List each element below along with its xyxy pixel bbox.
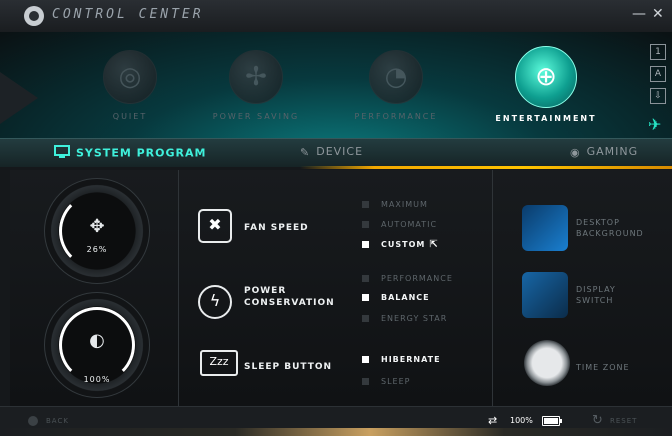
power-plug-icon: ϟ [198,285,232,319]
checkbox[interactable] [362,241,369,248]
sleep-option-hibernate[interactable]: HIBERNATE [362,355,441,364]
mode-power-saving-label: POWER SAVING [212,112,300,121]
mode-performance[interactable]: ◔ PERFORMANCE [336,50,456,130]
battery-icon [542,416,562,426]
back-label[interactable]: BACK [46,417,69,425]
close-button[interactable]: ✕ [652,6,664,22]
tab-device[interactable]: ✎ DEVICE [300,145,363,159]
tab-device-label: DEVICE [316,145,364,158]
time-zone-label[interactable]: TIME ZONE [576,362,630,373]
external-link-icon[interactable]: ⇱ [429,239,438,250]
sleep-option-hibernate-label: HIBERNATE [381,355,441,364]
sleep-option-sleep-label: SLEEP [381,377,411,386]
power-label-line1: POWER [244,286,287,296]
mode-quiet-label: QUIET [112,112,148,121]
fan-icon: ✖ [198,209,232,243]
display-switch-label[interactable]: DISPLAY SWITCH [576,284,616,306]
fan-center-icon: ✥ [89,216,105,237]
mode-quiet[interactable]: ◎ QUIET [70,50,190,130]
fan-speed-label: FAN SPEED [244,223,309,233]
panel-divider [178,170,179,406]
profile-1-button[interactable]: 1 [650,44,666,60]
power-option-performance[interactable]: PERFORMANCE [362,274,453,283]
title-bar: CONTROL CENTER — ✕ [0,0,672,33]
left-arrow-decoration [0,72,38,124]
mode-entertainment[interactable]: ⊕ ENTERTAINMENT [486,46,606,130]
power-conservation-label: POWER CONSERVATION [244,285,335,309]
power-option-balance-label: BALANCE [381,293,430,302]
checkbox[interactable] [362,221,369,228]
fan-speed-dial[interactable]: ✥ 26% [44,178,150,284]
power-source-icon: ⇄ [488,414,498,427]
power-option-balance[interactable]: BALANCE [362,293,430,302]
mode-power-saving[interactable]: ✢ POWER SAVING [196,50,316,130]
battery-value: 100% [510,416,533,425]
power-option-performance-label: PERFORMANCE [381,274,453,283]
reset-label[interactable]: RESET [610,417,637,425]
bottom-edge-decoration [0,428,672,436]
sleep-button-label: SLEEP BUTTON [244,362,333,372]
tab-gaming[interactable]: ◉ GAMING [570,145,638,159]
battery-fill [544,418,558,424]
tab-bar: SYSTEM PROGRAM ✎ DEVICE ◉ GAMING [0,138,672,167]
windows-icon[interactable] [522,205,568,251]
windmill-icon: ✢ [229,50,283,104]
brightness-value: 100% [83,375,111,384]
brightness-center-icon: ◐ [89,330,105,351]
tab-system-program-label: SYSTEM PROGRAM [76,146,207,160]
display-switch-icon[interactable] [522,272,568,318]
display-switch-line1: DISPLAY [576,285,616,294]
fan-option-maximum[interactable]: MAXIMUM [362,200,428,209]
desktop-background-line2: BACKGROUND [576,229,644,238]
tab-system-program[interactable]: SYSTEM PROGRAM [54,145,206,162]
sleep-icon: Zzz [200,350,238,376]
desktop-background-label[interactable]: DESKTOP BACKGROUND [576,217,644,239]
monitor-icon [54,145,70,162]
clock-icon[interactable] [524,340,570,386]
mode-selector: ◎ QUIET ✢ POWER SAVING ◔ PERFORMANCE ⊕ E… [0,32,672,138]
checkbox[interactable] [362,315,369,322]
mode-performance-label: PERFORMANCE [354,112,438,121]
fan-option-automatic-label: AUTOMATIC [381,220,438,229]
checkbox[interactable] [362,201,369,208]
profile-a-button[interactable]: A [650,66,666,82]
power-option-energy-star-label: ENERGY STAR [381,314,448,323]
checkbox[interactable] [362,356,369,363]
fan-option-maximum-label: MAXIMUM [381,200,428,209]
brightness-dial[interactable]: ◐ 100% [44,292,150,398]
power-label-line2: CONSERVATION [244,298,335,308]
download-button[interactable]: ⇩ [650,88,666,104]
checkbox[interactable] [362,378,369,385]
app-logo-icon [24,6,44,26]
tab-highlight-line [300,166,672,169]
panel-divider [492,170,493,406]
fan-option-custom[interactable]: CUSTOM ⇱ [362,239,439,250]
power-option-energy-star[interactable]: ENERGY STAR [362,314,447,323]
checkbox[interactable] [362,275,369,282]
mode-entertainment-label: ENTERTAINMENT [495,114,597,123]
tab-gaming-label: GAMING [586,145,639,158]
fan-speed-value: 26% [86,245,108,254]
devices-icon: ✎ [300,145,311,159]
minimize-button[interactable]: — [632,6,646,22]
fan-option-custom-label: CUSTOM [381,240,426,249]
reset-icon[interactable]: ↻ [592,413,603,428]
speaker-icon: ◎ [103,50,157,104]
display-switch-line2: SWITCH [576,296,614,305]
app-title: CONTROL CENTER [52,7,204,22]
target-icon: ⊕ [515,46,577,108]
control-center-window: CONTROL CENTER — ✕ ◎ QUIET ✢ POWER SAVIN… [0,0,672,436]
checkbox[interactable] [362,294,369,301]
desktop-background-line1: DESKTOP [576,218,620,227]
speedometer-icon: ◔ [369,50,423,104]
sleep-option-sleep[interactable]: SLEEP [362,377,410,386]
back-icon[interactable] [28,416,38,426]
eye-icon: ◉ [570,145,581,159]
fan-option-automatic[interactable]: AUTOMATIC [362,220,437,229]
airplane-mode-icon[interactable]: ✈ [648,115,661,134]
